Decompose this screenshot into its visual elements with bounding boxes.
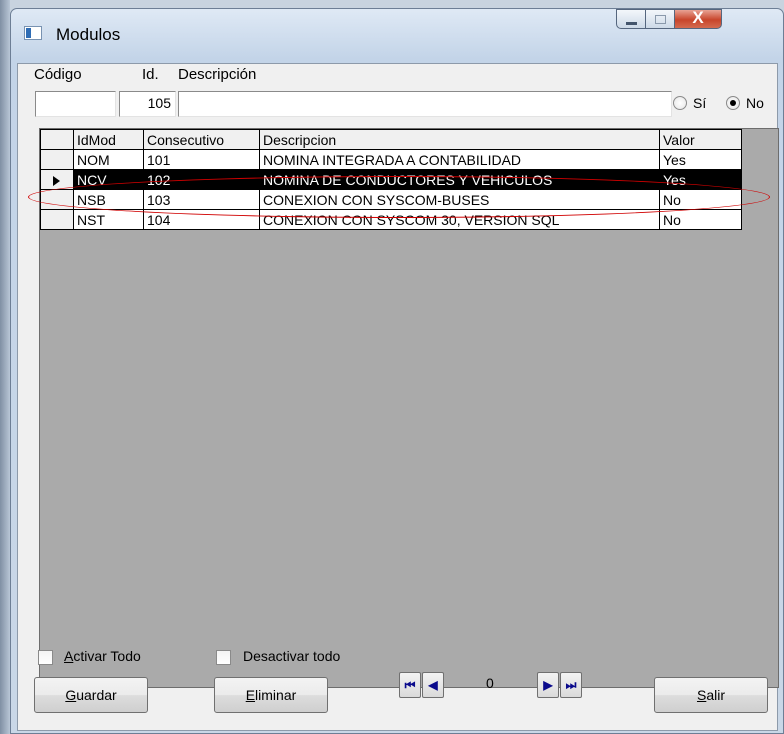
desactivar-todo-label: Desactivar todo: [243, 648, 341, 664]
close-icon: X: [692, 8, 704, 27]
salir-accelerator: S: [696, 687, 707, 703]
cell-descripcion[interactable]: CONEXION CON SYSCOM 30, VERSION SQL: [259, 209, 660, 230]
cell-consecutivo[interactable]: 104: [143, 209, 260, 230]
descripcion-field[interactable]: [178, 91, 672, 117]
id-label: Id.: [142, 66, 159, 83]
maximize-icon: [655, 15, 666, 24]
table-row-selected[interactable]: NCV 102 NOMINA DE CONDUCTORES Y VEHICULO…: [40, 169, 742, 190]
cell-idmod[interactable]: NSB: [73, 189, 144, 210]
eliminar-button[interactable]: Eliminar: [214, 677, 328, 713]
cell-descripcion[interactable]: CONEXION CON SYSCOM-BUSES: [259, 189, 660, 210]
nav-last-button[interactable]: ⏭: [560, 672, 582, 698]
table-row[interactable]: NST 104 CONEXION CON SYSCOM 30, VERSION …: [40, 209, 742, 230]
last-record-icon: ⏭: [565, 678, 577, 692]
cell-consecutivo[interactable]: 103: [143, 189, 260, 210]
desktop-edge: [0, 0, 10, 734]
client-area: Código Id. Descripción 105 Sí No IdMod C…: [17, 63, 779, 731]
row-selector[interactable]: [40, 209, 74, 230]
nav-first-button[interactable]: ⏮: [399, 672, 421, 698]
radio-si-label: Sí: [693, 95, 707, 111]
window-title: Modulos: [56, 25, 121, 44]
maximize-button[interactable]: [645, 9, 675, 29]
cell-idmod[interactable]: NCV: [73, 169, 144, 190]
descripcion-label: Descripción: [178, 66, 257, 83]
modulos-table: IdMod Consecutivo Descripcion Valor NOM …: [40, 129, 742, 230]
current-row-pointer-icon: [53, 175, 60, 186]
cell-idmod[interactable]: NST: [73, 209, 144, 230]
cell-valor[interactable]: Yes: [659, 169, 742, 190]
close-button[interactable]: X: [674, 8, 722, 29]
minimize-icon: [626, 22, 637, 25]
cell-valor[interactable]: No: [659, 209, 742, 230]
column-header-idmod[interactable]: IdMod: [73, 129, 144, 150]
codigo-label: Código: [34, 66, 82, 83]
cell-descripcion[interactable]: NOMINA DE CONDUCTORES Y VEHICULOS: [259, 169, 660, 190]
column-header-consecutivo[interactable]: Consecutivo: [143, 129, 260, 150]
activar-todo-checkbox[interactable]: [38, 650, 53, 665]
activar-label-text: ctivar Todo: [73, 648, 141, 664]
cell-consecutivo[interactable]: 101: [143, 149, 260, 170]
activar-accelerator: A: [64, 648, 74, 664]
cell-valor[interactable]: Yes: [659, 149, 742, 170]
table-row[interactable]: NOM 101 NOMINA INTEGRADA A CONTABILIDAD …: [40, 149, 742, 170]
column-header-valor[interactable]: Valor: [659, 129, 742, 150]
nav-position: 0: [486, 675, 494, 691]
column-header-descripcion[interactable]: Descripcion: [259, 129, 660, 150]
salir-label: alir: [706, 687, 725, 703]
cell-idmod[interactable]: NOM: [73, 149, 144, 170]
guardar-accelerator: G: [65, 687, 77, 703]
radio-si[interactable]: [673, 96, 687, 110]
radio-no[interactable]: [726, 96, 740, 110]
id-field[interactable]: 105: [119, 91, 176, 117]
modulos-window: Modulos X Código Id. Descripción 105 Sí …: [10, 8, 784, 734]
first-record-icon: ⏮: [404, 678, 416, 692]
eliminar-label: liminar: [255, 687, 297, 703]
guardar-label: uardar: [76, 687, 117, 703]
cell-valor[interactable]: No: [659, 189, 742, 210]
desactivar-todo-checkbox[interactable]: [216, 650, 231, 665]
eliminar-accelerator: E: [245, 687, 256, 703]
next-record-icon: ▶: [543, 678, 553, 692]
activar-todo-label: Activar Todo: [64, 648, 141, 664]
salir-button[interactable]: Salir: [654, 677, 768, 713]
row-indicator-header: [40, 129, 74, 150]
row-selector[interactable]: [40, 149, 74, 170]
cell-descripcion[interactable]: NOMINA INTEGRADA A CONTABILIDAD: [259, 149, 660, 170]
radio-no-label: No: [746, 95, 764, 111]
row-selector[interactable]: [40, 189, 74, 210]
nav-next-button[interactable]: ▶: [537, 672, 559, 698]
codigo-field[interactable]: [35, 91, 116, 117]
table-header-row: IdMod Consecutivo Descripcion Valor: [40, 129, 742, 150]
minimize-button[interactable]: [616, 9, 646, 29]
cell-consecutivo[interactable]: 102: [143, 169, 260, 190]
row-selector[interactable]: [40, 169, 74, 190]
modulos-grid[interactable]: IdMod Consecutivo Descripcion Valor NOM …: [39, 128, 779, 688]
nav-prev-button[interactable]: ◀: [422, 672, 444, 698]
window-app-icon: [24, 26, 42, 40]
prev-record-icon: ◀: [428, 678, 438, 692]
table-row[interactable]: NSB 103 CONEXION CON SYSCOM-BUSES No: [40, 189, 742, 210]
guardar-button[interactable]: Guardar: [34, 677, 148, 713]
